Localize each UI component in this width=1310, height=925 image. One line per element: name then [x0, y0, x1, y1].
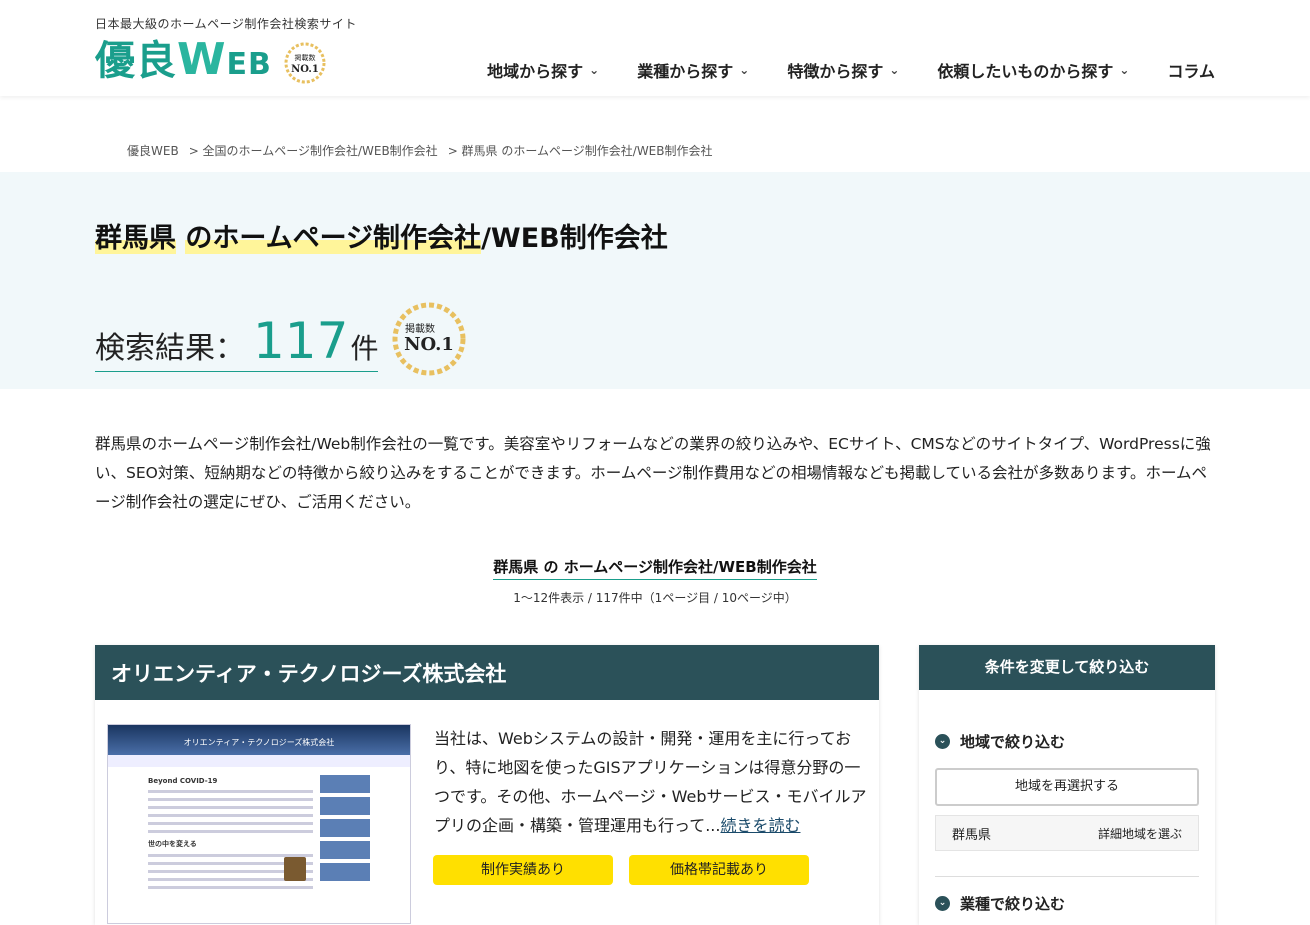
sidebar-divider — [935, 876, 1199, 877]
industry-filter-toggle[interactable]: ⌄ 業種で絞り込む — [935, 893, 1065, 914]
result-count-box: 検索結果： 117 件 — [95, 312, 379, 372]
nav-label: 業種から探す — [637, 62, 734, 81]
region-filter-label: 地域で絞り込む — [960, 733, 1066, 751]
read-more-link[interactable]: 続きを読む — [720, 816, 800, 835]
count-label: 検索結果： — [95, 331, 245, 366]
chevron-down-icon: ⌄ — [589, 63, 600, 77]
tag-price: 価格帯記載あり — [629, 855, 809, 885]
prefecture-name: 群馬県 — [952, 827, 992, 843]
company-name[interactable]: オリエンティア・テクノロジーズ株式会社 — [95, 645, 879, 700]
badge-small-bottom: NO.1 — [291, 64, 319, 75]
title-suffix: /WEB制作会社 — [481, 223, 668, 254]
company-card: オリエンティア・テクノロジーズ株式会社 オリエンティア・テクノロジーズ株式会社 … — [95, 645, 879, 925]
nav-item-column[interactable]: コラム — [1167, 58, 1215, 82]
no1-laurel-icon: 掲載数 NO.1 — [392, 302, 466, 376]
nav-item-feature[interactable]: 特徴から探す ⌄ — [787, 58, 899, 82]
site-tagline: 日本最大級のホームページ制作会社検索サイト — [95, 17, 357, 31]
nav-item-industry[interactable]: 業種から探す ⌄ — [637, 58, 749, 82]
shot-nav — [108, 755, 410, 767]
badge-small-top: 掲載数 — [294, 53, 315, 62]
logo-wordmark: 優良WEB — [95, 34, 272, 85]
selected-prefecture-row: 群馬県 詳細地域を選ぶ — [935, 815, 1199, 851]
nav-item-region[interactable]: 地域から探す ⌄ — [487, 58, 599, 82]
hero-section: 群馬県 のホームページ制作会社/WEB制作会社 検索結果： 117 件 掲載数 … — [0, 172, 1310, 389]
result-count: 検索結果： 117 件 掲載数 NO.1 — [95, 290, 470, 376]
chevron-down-circle-icon: ⌄ — [935, 734, 950, 749]
chevron-down-icon: ⌄ — [1119, 63, 1130, 77]
tag-portfolio: 制作実績あり — [433, 855, 613, 885]
reselect-region-button[interactable]: 地域を再選択する — [935, 768, 1199, 806]
sidebar-heading: 条件を変更して絞り込む — [919, 645, 1215, 690]
site-header: 日本最大級のホームページ制作会社検索サイト 優良WEB 掲載数 NO.1 地域か… — [0, 0, 1310, 96]
breadcrumb-current: > 群馬県 のホームページ制作会社/WEB制作会社 — [447, 144, 713, 158]
list-title: 群馬県 の ホームページ制作会社/WEB制作会社 — [0, 556, 1310, 580]
count-value: 117 — [253, 312, 349, 370]
title-prefecture: 群馬県 — [95, 223, 176, 254]
chevron-down-icon: ⌄ — [889, 63, 900, 77]
shot-heading-2: 世の中を変える — [148, 840, 197, 848]
count-unit: 件 — [350, 332, 379, 365]
company-screenshot[interactable]: オリエンティア・テクノロジーズ株式会社 Beyond COVID-19 世の中を… — [107, 724, 411, 924]
pagination-summary: 1〜12件表示 / 117件中（1ページ目 / 10ページ中） — [513, 591, 797, 605]
shot-sidebar — [320, 771, 370, 923]
nav-label: コラム — [1167, 62, 1215, 81]
no1-badge-icon: 掲載数 NO.1 — [284, 42, 326, 83]
site-logo[interactable]: 優良WEB 掲載数 NO.1 — [95, 36, 328, 89]
region-filter-toggle[interactable]: ⌄ 地域で絞り込む — [935, 731, 1065, 752]
chevron-down-icon: ⌄ — [739, 63, 750, 77]
shot-heading-1: Beyond COVID-19 — [148, 777, 218, 785]
select-detail-region-link[interactable]: 詳細地域を選ぶ — [1098, 825, 1182, 842]
title-category: のホームページ制作会社 — [185, 223, 482, 254]
shot-body: Beyond COVID-19 世の中を変える — [148, 771, 313, 923]
nav-item-request[interactable]: 依頼したいものから探す ⌄ — [937, 58, 1129, 82]
nav-label: 依頼したいものから探す — [937, 62, 1114, 81]
description-text: 当社は、Webシステムの設計・開発・運用を主に行っており、特に地図を使ったGIS… — [434, 729, 867, 835]
chevron-down-circle-icon: ⌄ — [935, 896, 950, 911]
nav-label: 特徴から探す — [787, 62, 884, 81]
filter-sidebar: 条件を変更して絞り込む ⌄ 地域で絞り込む 地域を再選択する 群馬県 詳細地域を… — [919, 645, 1215, 925]
breadcrumb-home[interactable]: 優良WEB — [127, 142, 179, 159]
intro-text: 群馬県のホームページ制作会社/Web制作会社の一覧です。美容室やリフォームなどの… — [95, 435, 1211, 511]
breadcrumb: 優良WEB > 全国のホームページ制作会社/WEB制作会社 > 群馬県 のホーム… — [127, 142, 713, 159]
nav-label: 地域から探す — [487, 62, 584, 81]
list-title-text: 群馬県 の ホームページ制作会社/WEB制作会社 — [493, 556, 817, 580]
shot-banner: オリエンティア・テクノロジーズ株式会社 — [108, 725, 410, 755]
badge-large-bottom: NO.1 — [405, 334, 455, 355]
computer-icon — [284, 857, 306, 881]
page-title: 群馬県 のホームページ制作会社/WEB制作会社 — [95, 216, 668, 255]
company-description: 当社は、Webシステムの設計・開発・運用を主に行っており、特に地図を使ったGIS… — [434, 724, 869, 840]
breadcrumb-national[interactable]: > 全国のホームページ制作会社/WEB制作会社 — [189, 142, 438, 159]
main-nav: 地域から探す ⌄ 業種から探す ⌄ 特徴から探す ⌄ 依頼したいものから探す ⌄ コラム — [449, 58, 1215, 82]
industry-filter-label: 業種で絞り込む — [960, 895, 1066, 913]
